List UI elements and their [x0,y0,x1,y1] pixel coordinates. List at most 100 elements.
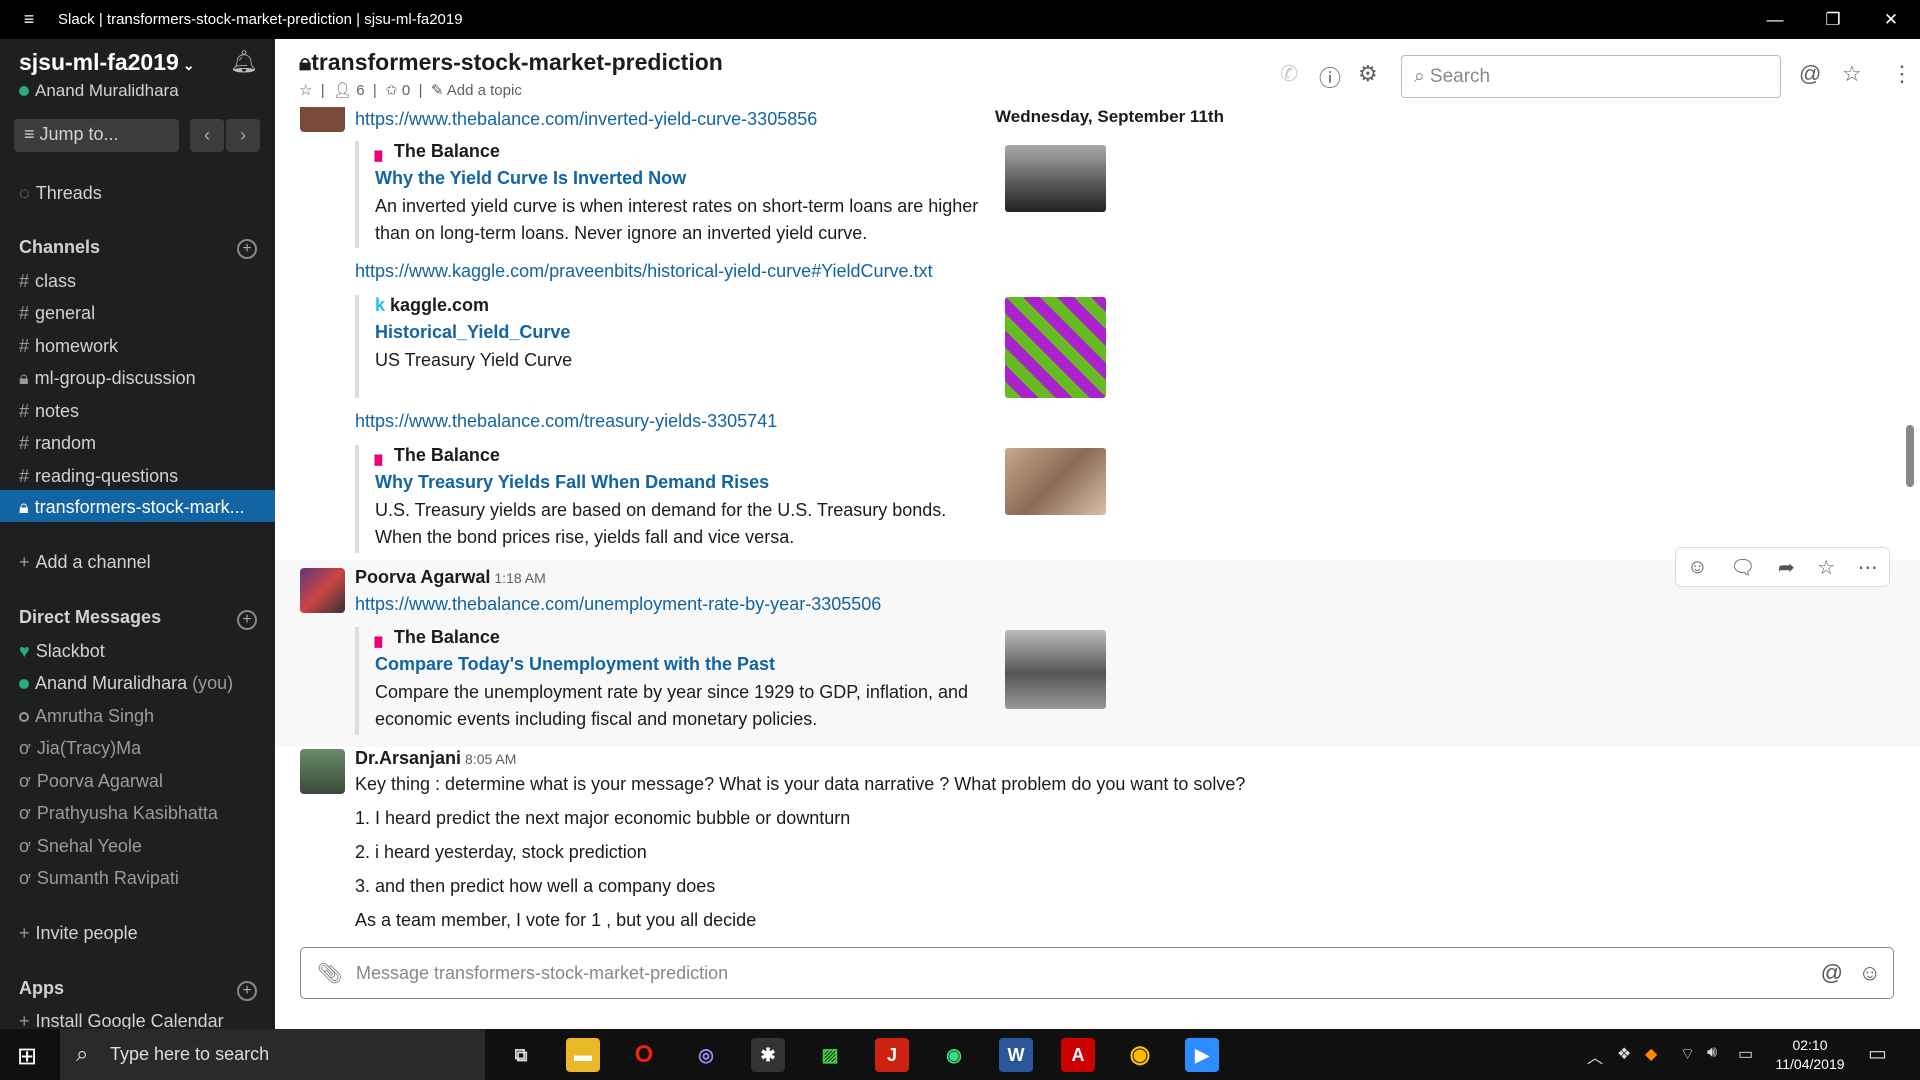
android-studio-icon[interactable]: ◉ [937,1038,971,1072]
tray-chevron-icon[interactable]: ︿ [1587,1044,1603,1068]
mentions-icon[interactable]: @ [1799,61,1821,87]
dm-amrutha[interactable]: Amrutha Singh [19,706,154,727]
gear-icon[interactable]: ⚙ [1358,61,1378,87]
more-actions-icon[interactable]: ⋯ [1858,555,1878,580]
message-link[interactable]: https://www.kaggle.com/praveenbits/histo… [355,261,933,282]
taskbar-search[interactable]: ⌕ Type here to search [60,1029,485,1080]
workspace-name[interactable]: sjsu-ml-fa2019 ⌄ [19,49,195,76]
sidebar-channel-ml-group-discussion[interactable]: 🔒︎ ml-group-discussion [19,368,196,389]
invite-people-link[interactable]: + Invite people [19,923,138,944]
message-link[interactable]: https://www.thebalance.com/treasury-yiel… [355,411,777,432]
zoom-icon[interactable]: ▶ [1185,1038,1219,1072]
add-channel-icon[interactable]: + [237,239,257,259]
taskbar-clock[interactable]: 02:10 11/04/2019 [1765,1036,1855,1074]
more-vertical-icon[interactable]: ⋮ [1891,61,1913,87]
add-app-icon[interactable]: + [237,981,257,1001]
emoji-icon[interactable]: ☺ [1859,960,1881,986]
preview-title[interactable]: Why Treasury Yields Fall When Demand Ris… [375,472,995,493]
current-user[interactable]: Anand Muralidhara [19,81,179,101]
dm-poorva[interactable]: ơ Poorva Agarwal [19,771,163,792]
message-timestamp[interactable]: 8:05 AM [465,751,516,767]
task-view-icon[interactable]: ⧉ [504,1038,538,1072]
mention-icon[interactable]: @ [1821,960,1843,986]
word-icon[interactable]: W [999,1038,1033,1072]
dm-snehal[interactable]: ơ Snehal Yeole [19,836,142,857]
message-timestamp[interactable]: 1:18 AM [494,570,545,586]
search-input[interactable]: ⌕ Search [1401,55,1781,98]
bell-icon[interactable]: 🔔︎ [230,49,258,75]
windows-start-icon[interactable]: ⊞ [17,1042,37,1071]
dm-sumanth[interactable]: ơ Sumanth Ravipati [19,868,179,889]
pinned-count[interactable]: ✩ 0 [385,82,410,99]
apps-header[interactable]: Apps [19,978,64,999]
back-arrow-icon[interactable]: ‹ [190,119,224,152]
forward-arrow-icon[interactable]: › [226,119,260,152]
channel-title[interactable]: 🔒︎transformers-stock-market-prediction [299,49,723,76]
battery-icon[interactable]: ▭ [1738,1044,1753,1064]
wifi-icon[interactable]: ⌔ [1680,1044,1695,1064]
add-topic-link[interactable]: ✎ Add a topic [431,82,522,99]
sidebar-channel-reading-questions[interactable]: # reading-questions [19,466,178,487]
attach-icon[interactable]: 📎︎ [317,961,342,986]
preview-thumbnail[interactable] [1005,145,1106,212]
close-button[interactable]: ✕ [1862,10,1920,30]
dm-self[interactable]: Anand Muralidhara (you) [19,673,233,694]
dm-jia[interactable]: ơ Jia(Tracy)Ma [19,738,141,759]
direct-messages-header[interactable]: Direct Messages [19,607,161,628]
volume-icon[interactable]: 🔊︎ [1707,1044,1717,1062]
file-explorer-icon[interactable]: ▬ [566,1038,600,1072]
message-input[interactable]: Message transformers-stock-market-predic… [356,963,728,984]
message-composer[interactable]: 📎︎ Message transformers-stock-market-pre… [300,947,1894,999]
add-channel-link[interactable]: + Add a channel [19,552,151,573]
starred-icon[interactable]: ☆ [1842,61,1862,87]
jetbrains-icon[interactable]: J [875,1038,909,1072]
hamburger-menu-icon[interactable]: ≡ [0,9,58,30]
avatar[interactable] [300,107,345,132]
notifications-icon[interactable]: ▭ [1868,1041,1887,1066]
sidebar-item-threads[interactable]: ◌ Threads [19,183,102,204]
avatar[interactable] [300,568,345,613]
avatar[interactable] [300,749,345,794]
opera-icon[interactable]: O [627,1038,661,1072]
preview-title[interactable]: Historical_Yield_Curve [375,322,995,343]
message-author[interactable]: Poorva Agarwal 1:18 AM [355,567,546,588]
jump-to-button[interactable]: ≡ Jump to... [14,119,179,152]
metamask-icon[interactable]: ◆ [1645,1044,1657,1064]
message-link[interactable]: https://www.thebalance.com/inverted-yiel… [355,109,817,130]
sidebar-channel-class[interactable]: # class [19,271,76,292]
info-icon[interactable]: ⓘ [1319,61,1341,93]
dm-slackbot[interactable]: ♥ Slackbot [19,641,105,662]
browser-icon[interactable]: ◎ [689,1038,723,1072]
maximize-button[interactable]: ❐ [1804,10,1862,30]
install-app-link[interactable]: + Install Google Calendar [19,1011,224,1029]
slack-icon[interactable]: ✱ [751,1038,785,1072]
star-icon[interactable]: ☆ [1817,555,1835,580]
add-dm-icon[interactable]: + [237,610,257,630]
sidebar-channel-homework[interactable]: # homework [19,336,118,357]
dropbox-icon[interactable]: ❖ [1617,1044,1631,1064]
sidebar-channel-transformers[interactable]: 🔒︎ transformers-stock-mark... [19,497,245,518]
start-thread-icon[interactable]: 🗨︎ [1730,555,1755,580]
share-icon[interactable]: ➦ [1778,555,1795,580]
minimize-button[interactable]: — [1746,10,1804,30]
channels-header[interactable]: Channels [19,237,100,258]
scrollbar[interactable] [1906,425,1914,487]
preview-title[interactable]: Compare Today's Unemployment with the Pa… [375,654,995,675]
acrobat-icon[interactable]: A [1061,1038,1095,1072]
message-link[interactable]: https://www.thebalance.com/unemployment-… [355,594,881,615]
editor-icon[interactable]: ▨ [813,1038,847,1072]
preview-thumbnail[interactable] [1005,297,1106,398]
star-icon[interactable]: ☆ [299,82,312,99]
sidebar-channel-general[interactable]: # general [19,303,95,324]
sidebar-channel-random[interactable]: # random [19,433,96,454]
add-reaction-icon[interactable]: ☺ [1687,556,1707,579]
message-author[interactable]: Dr.Arsanjani 8:05 AM [355,748,516,769]
sidebar-channel-notes[interactable]: # notes [19,401,79,422]
members-count[interactable]: 👤︎ 6 [333,82,365,99]
dm-prathyusha[interactable]: ơ Prathyusha Kasibhatta [19,803,218,824]
preview-thumbnail[interactable] [1005,448,1106,515]
preview-thumbnail[interactable] [1005,630,1106,709]
phone-icon[interactable]: ✆ [1280,61,1298,87]
preview-title[interactable]: Why the Yield Curve Is Inverted Now [375,168,995,189]
chrome-icon[interactable]: ◉ [1123,1038,1157,1072]
